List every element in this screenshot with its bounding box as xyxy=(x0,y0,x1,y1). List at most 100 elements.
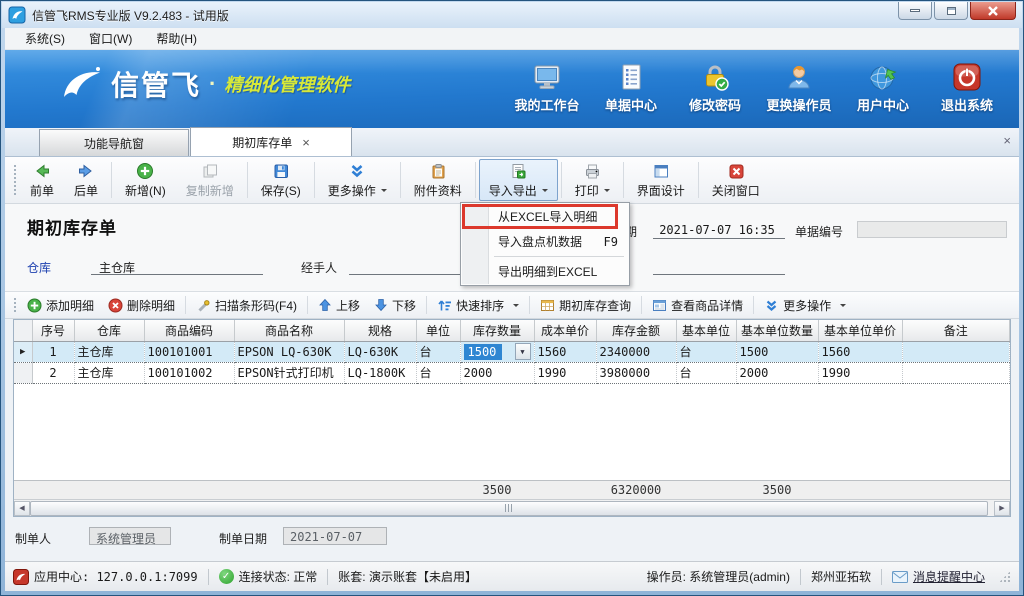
attachments-button[interactable]: 附件资料 xyxy=(404,159,472,201)
col-header[interactable]: 库存数量 xyxy=(460,320,534,341)
separator xyxy=(800,569,801,585)
total-amount: 6320000 xyxy=(596,481,676,499)
col-header[interactable]: 备注 xyxy=(902,320,1010,341)
client-area: 系统(S) 窗口(W) 帮助(H) 信管飞 · 精细化管理软件 我的工作台 xyxy=(5,28,1019,591)
col-header[interactable]: 基本单位单价 xyxy=(818,320,902,341)
envelope-icon xyxy=(892,571,908,583)
separator xyxy=(881,569,882,585)
menu-help[interactable]: 帮助(H) xyxy=(144,28,209,49)
scroll-left-button[interactable]: ◀ xyxy=(14,501,30,516)
banner-action-label: 用户中心 xyxy=(857,95,909,114)
import-export-menu: 从EXCEL导入明细 导入盘点机数据 F9 导出明细到EXCEL xyxy=(460,202,630,286)
close-button[interactable] xyxy=(970,2,1016,20)
quantity-dropdown-button[interactable]: ▼ xyxy=(515,343,531,360)
copy-icon xyxy=(201,162,219,180)
tab-nav-window[interactable]: 功能导航窗 xyxy=(39,129,189,156)
close-window-button[interactable]: 关闭窗口 xyxy=(702,159,770,201)
col-header[interactable]: 基本单位数量 xyxy=(736,320,818,341)
horizontal-scrollbar[interactable]: ◀ ▶ xyxy=(14,499,1010,516)
col-header[interactable]: 库存金额 xyxy=(596,320,676,341)
move-up-button[interactable]: 上移 xyxy=(311,294,367,316)
toolbar-grip xyxy=(12,296,17,314)
col-header[interactable]: 商品编码 xyxy=(144,320,234,341)
col-header[interactable]: 基本单位 xyxy=(676,320,736,341)
documents-icon xyxy=(616,62,646,92)
col-header[interactable]: 序号 xyxy=(32,320,74,341)
table-row[interactable]: ▶ 1 主仓库 100101001 EPSON LQ-630K LQ-630K … xyxy=(14,341,1010,362)
tab-label: 功能导航窗 xyxy=(84,135,144,152)
quick-sort-button[interactable]: 快速排序 xyxy=(430,294,526,316)
dropdown-caret-icon xyxy=(513,304,519,310)
row-marker-icon: ▶ xyxy=(20,347,25,357)
scrollbar-thumb[interactable] xyxy=(30,501,988,516)
maker-field: 系统管理员 xyxy=(89,527,171,545)
minimize-button[interactable] xyxy=(898,2,932,20)
total-quantity: 3500 xyxy=(460,481,534,499)
view-product-detail-button[interactable]: 查看商品详情 xyxy=(645,294,750,316)
tab-opening-inventory[interactable]: 期初库存单 × xyxy=(190,127,352,156)
minimize-icon xyxy=(910,9,920,12)
make-date-label: 制单日期 xyxy=(219,530,267,547)
warehouse-field[interactable]: 主仓库 xyxy=(91,256,263,275)
dropdown-caret-icon xyxy=(542,189,548,195)
grid-empty-area xyxy=(14,384,1010,481)
message-center-link[interactable]: 消息提醒中心 xyxy=(892,568,985,585)
import-export-button[interactable]: 导入导出 xyxy=(479,159,558,201)
banner-action-switch-operator[interactable]: 更换操作员 xyxy=(757,58,841,114)
menu-item-export-to-excel[interactable]: 导出明细到EXCEL xyxy=(462,259,628,284)
opening-inventory-query-button[interactable]: 期初库存查询 xyxy=(533,294,638,316)
col-header[interactable]: 商品名称 xyxy=(234,320,344,341)
date-field[interactable]: 2021-07-07 16:35 xyxy=(653,220,785,239)
print-button[interactable]: 打印 xyxy=(565,159,620,201)
detail-more-operations-button[interactable]: 更多操作 xyxy=(757,294,853,316)
ui-design-button[interactable]: 界面设计 xyxy=(627,159,695,201)
tab-close-icon[interactable]: × xyxy=(302,136,310,149)
x-circle-icon xyxy=(108,298,123,313)
col-header[interactable]: 单位 xyxy=(416,320,460,341)
menu-window[interactable]: 窗口(W) xyxy=(77,28,144,49)
move-down-button[interactable]: 下移 xyxy=(367,294,423,316)
banner-action-exit[interactable]: 退出系统 xyxy=(925,58,1009,114)
more-operations-button[interactable]: 更多操作 xyxy=(318,159,397,201)
scroll-right-button[interactable]: ▶ xyxy=(994,501,1010,516)
scan-barcode-button[interactable]: 扫描条形码(F4) xyxy=(189,294,304,316)
add-detail-button[interactable]: 添加明细 xyxy=(20,294,101,316)
col-header[interactable]: 成本单价 xyxy=(534,320,596,341)
prev-doc-button[interactable]: 前单 xyxy=(20,159,64,201)
tabstrip-close-icon[interactable]: × xyxy=(1003,133,1011,148)
separator xyxy=(307,296,308,314)
double-chevron-down-icon xyxy=(764,298,779,313)
banner-action-user-center[interactable]: 用户中心 xyxy=(841,58,925,114)
dropdown-caret-icon xyxy=(604,189,610,195)
separator xyxy=(623,162,624,198)
delete-detail-button[interactable]: 删除明细 xyxy=(101,294,182,316)
next-doc-button[interactable]: 后单 xyxy=(64,159,108,201)
banner-action-change-password[interactable]: 修改密码 xyxy=(673,58,757,114)
col-header[interactable]: 规格 xyxy=(344,320,416,341)
handler-label: 经手人 xyxy=(301,259,337,276)
status-bar: 应用中心: 127.0.0.1:7099 ✓ 连接状态: 正常 账套: 演示账套… xyxy=(5,561,1019,591)
extra-field[interactable] xyxy=(653,256,785,275)
table-row[interactable]: 2 主仓库 100101002 EPSON针式打印机 LQ-1800K 台 20… xyxy=(14,362,1010,383)
menu-item-import-inventory-machine[interactable]: 导入盘点机数据 F9 xyxy=(462,229,628,254)
menu-system[interactable]: 系统(S) xyxy=(13,28,77,49)
app-logo-icon xyxy=(8,6,26,24)
separator xyxy=(185,296,186,314)
col-header[interactable]: 仓库 xyxy=(74,320,144,341)
app-logo-icon xyxy=(13,569,29,585)
add-new-button[interactable]: 新增(N) xyxy=(115,159,176,201)
restore-button[interactable] xyxy=(934,2,968,20)
resize-grip[interactable] xyxy=(999,571,1011,583)
menu-item-import-from-excel[interactable]: 从EXCEL导入明细 xyxy=(462,204,628,229)
separator xyxy=(111,162,112,198)
power-icon xyxy=(952,62,982,92)
printer-icon xyxy=(583,162,601,180)
banner-action-workstation[interactable]: 我的工作台 xyxy=(505,58,589,114)
save-button[interactable]: 保存(S) xyxy=(251,159,311,201)
app-center-status: 应用中心: 127.0.0.1:7099 xyxy=(13,568,198,585)
quantity-editor[interactable]: 1500 ▼ xyxy=(464,342,531,361)
banner-action-doc-center[interactable]: 单据中心 xyxy=(589,58,673,114)
tab-strip: 功能导航窗 期初库存单 × × xyxy=(5,128,1019,157)
quantity-cell[interactable]: 1500 ▼ xyxy=(460,341,534,362)
quantity-value[interactable]: 1500 xyxy=(464,344,502,360)
